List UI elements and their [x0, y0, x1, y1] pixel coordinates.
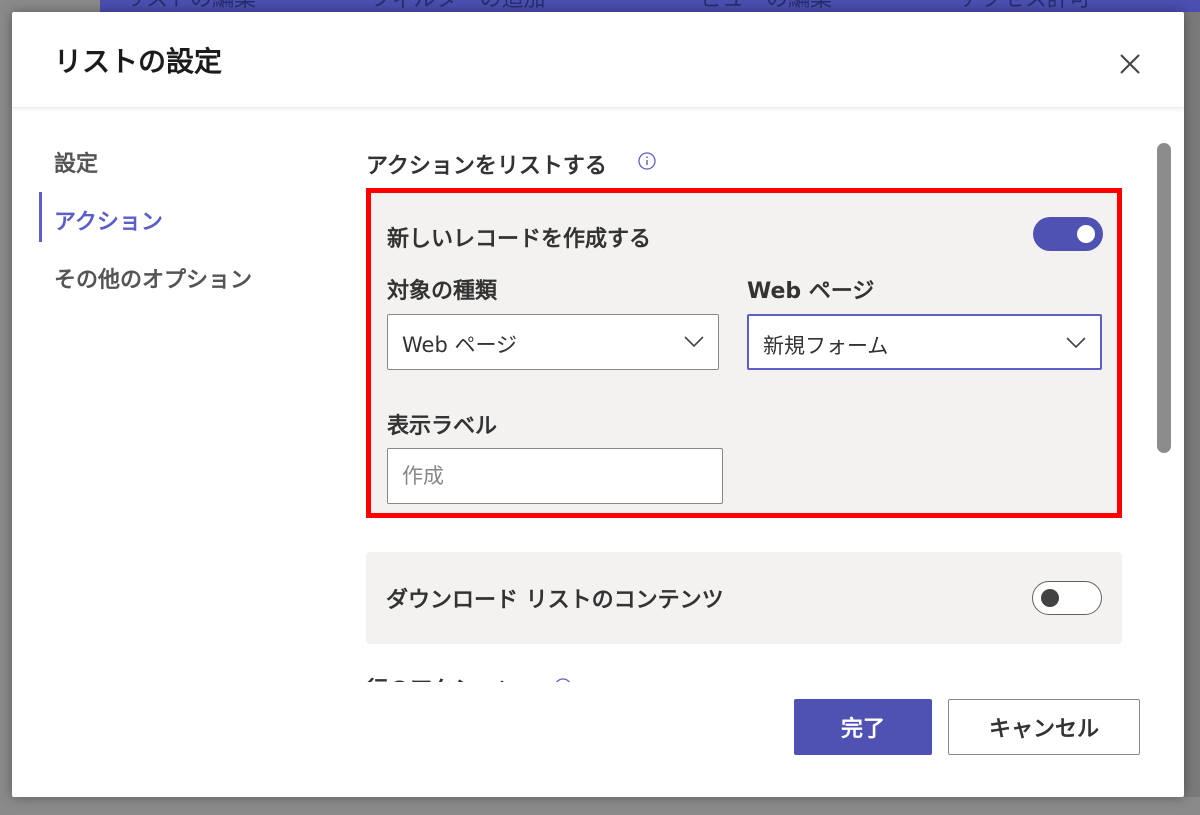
background-page — [1184, 12, 1200, 797]
info-icon[interactable] — [554, 678, 572, 682]
chevron-down-icon — [1066, 337, 1086, 349]
create-record-card: 新しいレコードを作成する 対象の種類 Web ページ Web ページ 新規フォー… — [366, 188, 1122, 518]
background-toolbar: リストの編集 フィルターの追加 ビューの編集 アクセス許可 — [100, 0, 1200, 12]
cancel-button[interactable]: キャンセル — [948, 699, 1140, 755]
bg-toolbar-item: ビューの編集 — [700, 0, 832, 12]
target-type-value: Web ページ — [402, 333, 518, 357]
dialog-header: リストの設定 — [12, 12, 1184, 108]
create-record-toggle[interactable] — [1033, 217, 1103, 251]
download-list-card: ダウンロード リストのコンテンツ — [366, 552, 1122, 644]
close-button[interactable] — [1112, 46, 1148, 82]
nav-item-actions[interactable]: アクション — [52, 204, 163, 236]
web-page-label: Web ページ — [747, 279, 875, 304]
info-icon[interactable] — [638, 152, 656, 170]
section-title: アクションをリストする — [366, 154, 607, 179]
bg-toolbar-item: リストの編集 — [124, 0, 256, 12]
dialog-title: リストの設定 — [54, 45, 223, 78]
display-label-input[interactable] — [387, 448, 723, 504]
chevron-down-icon — [684, 336, 704, 348]
toggle-knob — [1041, 589, 1059, 607]
bg-toolbar-item: フィルターの追加 — [370, 0, 546, 12]
nav-item-settings[interactable]: 設定 — [52, 146, 98, 178]
bg-toolbar-item: アクセス許可 — [960, 0, 1091, 12]
close-icon — [1120, 54, 1140, 74]
target-type-dropdown[interactable]: Web ページ — [387, 314, 719, 370]
done-button[interactable]: 完了 — [794, 699, 932, 755]
download-list-title: ダウンロード リストのコンテンツ — [386, 588, 724, 613]
target-type-label: 対象の種類 — [387, 279, 498, 304]
display-label-label: 表示ラベル — [387, 414, 498, 439]
settings-content: アクションをリストする 新しいレコードを作成する 対象の種類 Web ページ W… — [366, 142, 1136, 682]
row-actions-title: 行のアクション — [366, 672, 519, 682]
list-settings-dialog: リストの設定 設定 アクション その他のオプション アクションをリストする 新し… — [12, 12, 1184, 797]
nav-item-other-options[interactable]: その他のオプション — [52, 262, 252, 294]
toggle-knob — [1077, 225, 1095, 243]
create-record-title: 新しいレコードを作成する — [387, 227, 652, 252]
scrollbar-thumb[interactable] — [1157, 143, 1171, 453]
web-page-value: 新規フォーム — [763, 334, 889, 358]
web-page-dropdown[interactable]: 新規フォーム — [747, 314, 1102, 370]
nav-active-indicator — [39, 192, 42, 242]
download-list-toggle[interactable] — [1032, 581, 1102, 615]
